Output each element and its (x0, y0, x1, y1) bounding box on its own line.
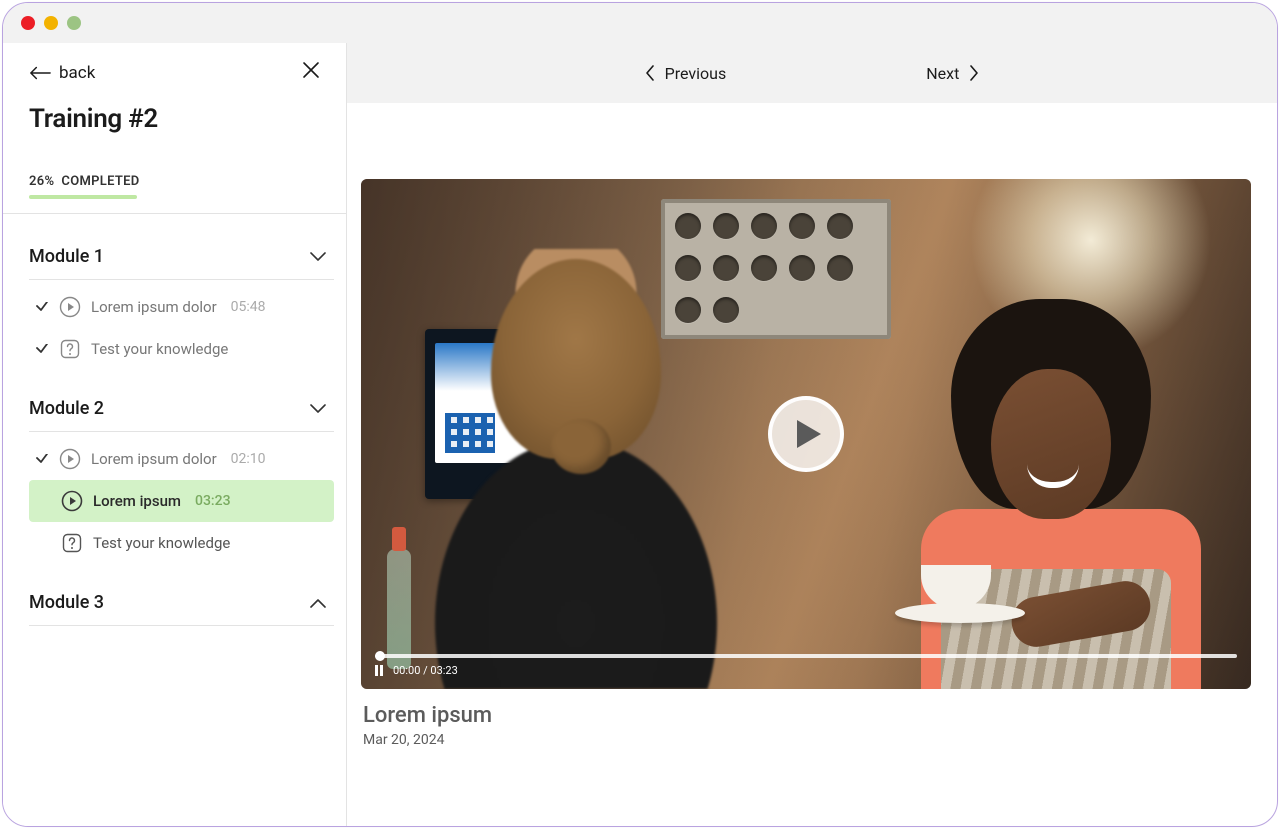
chevron-down-icon (310, 252, 326, 262)
module-list: Module 1 Lorem ipsum dolor 05: (3, 214, 346, 626)
chevron-down-icon (310, 404, 326, 414)
lesson-label: Lorem ipsum (93, 492, 181, 510)
progress-percent: 26% (29, 174, 54, 189)
training-title: Training #2 (29, 104, 320, 134)
lesson-duration: 02:10 (231, 451, 266, 467)
window-close-dot[interactable] (21, 16, 35, 30)
video-player[interactable]: 00:00 / 03:23 (361, 179, 1251, 689)
video-thumbnail-detail (831, 269, 1211, 689)
progress-block: 26% COMPLETED (3, 174, 346, 214)
main-content: Previous Next (347, 43, 1277, 826)
sidebar: back Training #2 26% COMPLETED (3, 43, 347, 826)
video-meta: Lorem ipsum Mar 20, 2024 (363, 703, 1247, 748)
pause-button[interactable] (375, 665, 383, 676)
module-title: Module 3 (29, 592, 104, 613)
play-circle-icon (59, 296, 81, 318)
chevron-up-icon (310, 598, 326, 608)
arrow-left-icon (29, 66, 51, 80)
close-sidebar-button[interactable] (302, 61, 320, 84)
quiz-label: Test your knowledge (93, 534, 230, 552)
module-header-3[interactable]: Module 3 (29, 578, 334, 626)
video-date: Mar 20, 2024 (363, 732, 1247, 748)
video-control-bar: 00:00 / 03:23 (375, 654, 1237, 677)
play-button[interactable] (768, 396, 844, 472)
quiz-label: Test your knowledge (91, 340, 228, 358)
module-header-1[interactable]: Module 1 (29, 232, 334, 280)
window-titlebar (3, 3, 1277, 43)
app-window: back Training #2 26% COMPLETED (2, 2, 1278, 827)
lesson-label: Lorem ipsum dolor (91, 298, 217, 316)
chevron-right-icon (969, 65, 979, 81)
play-circle-icon (59, 448, 81, 470)
lesson-duration: 05:48 (231, 299, 266, 315)
quiz-item[interactable]: Test your knowledge (29, 328, 334, 370)
play-icon (795, 418, 823, 450)
window-zoom-dot[interactable] (67, 16, 81, 30)
progress-word: COMPLETED (61, 174, 139, 189)
module-1-items: Lorem ipsum dolor 05:48 Test your knowle… (29, 280, 334, 384)
back-button[interactable]: back (29, 63, 95, 83)
check-icon (35, 454, 49, 464)
seek-handle[interactable] (375, 651, 385, 661)
previous-label: Previous (665, 64, 727, 83)
back-label: back (59, 63, 95, 83)
lesson-duration: 03:23 (195, 493, 231, 509)
video-title: Lorem ipsum (363, 703, 1247, 728)
next-button[interactable]: Next (926, 64, 979, 83)
window-minimize-dot[interactable] (44, 16, 58, 30)
module-title: Module 1 (29, 246, 104, 267)
play-circle-icon (61, 490, 83, 512)
module-2-items: Lorem ipsum dolor 02:10 Lorem ipsum 03:2… (29, 432, 334, 578)
video-thumbnail-detail (387, 549, 411, 669)
progress-label: 26% COMPLETED (29, 174, 320, 189)
question-icon (59, 338, 81, 360)
module-header-2[interactable]: Module 2 (29, 384, 334, 432)
lesson-nav-bar: Previous Next (347, 43, 1277, 103)
video-seek-track[interactable] (375, 654, 1237, 658)
check-icon (35, 344, 49, 354)
video-time-display: 00:00 / 03:23 (393, 664, 458, 677)
chevron-left-icon (645, 65, 655, 81)
lesson-item[interactable]: Lorem ipsum dolor 02:10 (29, 438, 334, 480)
sidebar-header: back Training #2 (3, 43, 346, 174)
previous-button[interactable]: Previous (645, 64, 727, 83)
quiz-item[interactable]: Test your knowledge (29, 522, 334, 564)
progress-bar (29, 195, 137, 199)
module-title: Module 2 (29, 398, 104, 419)
close-icon (302, 61, 320, 79)
video-thumbnail-detail (421, 249, 731, 689)
next-label: Next (926, 64, 959, 83)
lesson-item[interactable]: Lorem ipsum dolor 05:48 (29, 286, 334, 328)
lesson-label: Lorem ipsum dolor (91, 450, 217, 468)
lesson-content: 00:00 / 03:23 Lorem ipsum Mar 20, 2024 (347, 103, 1277, 826)
question-icon (61, 532, 83, 554)
app-body: back Training #2 26% COMPLETED (3, 43, 1277, 826)
check-icon (35, 302, 49, 312)
lesson-item-current[interactable]: Lorem ipsum 03:23 (29, 480, 334, 522)
